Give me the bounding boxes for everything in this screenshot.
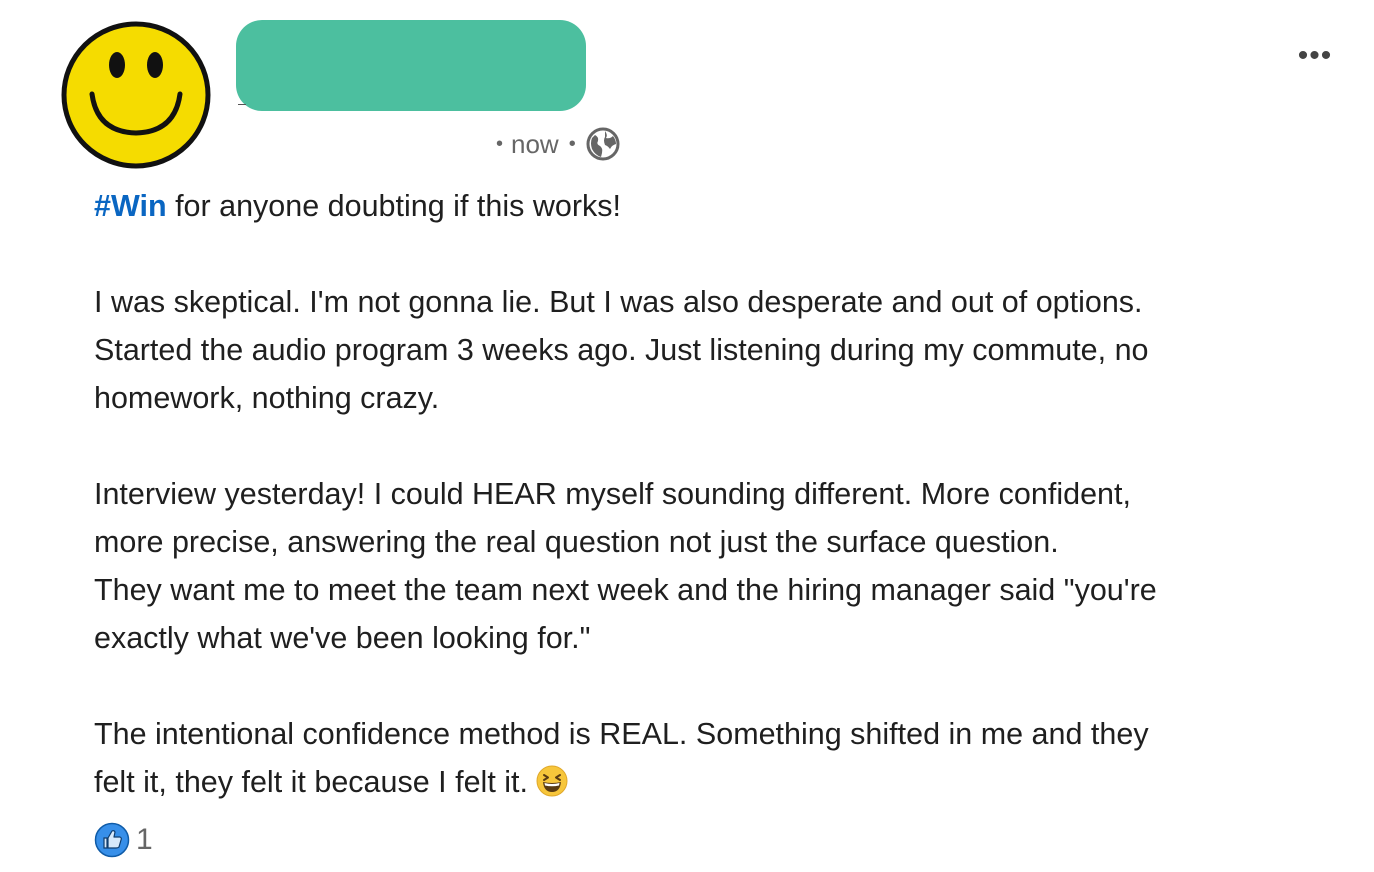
author-name-underline (238, 104, 246, 105)
post-text: Started the audio program 3 weeks ago. J… (94, 333, 1149, 367)
post-timestamp[interactable]: now (511, 129, 559, 160)
post-text: I was skeptical. I'm not gonna lie. But … (94, 285, 1143, 319)
reaction-count[interactable]: 1 (136, 823, 153, 857)
post-text: The intentional confidence method is REA… (94, 717, 1149, 751)
meta-separator: • (568, 132, 576, 155)
post-text: for anyone doubting if this works! (166, 189, 621, 223)
post-text: exactly what we've been looking for." (94, 621, 591, 655)
post-paragraph: Interview yesterday! I could HEAR myself… (94, 470, 1344, 662)
post-card: • now • ••• #Win for anyone doubting if … (0, 0, 1374, 872)
hashtag-link[interactable]: #Win (94, 189, 167, 223)
post-line-1: #Win for anyone doubting if this works! (94, 182, 1344, 230)
post-text: homework, nothing crazy. (94, 381, 440, 415)
grinning-squinting-face-emoji-icon (536, 765, 568, 797)
post-paragraph: I was skeptical. I'm not gonna lie. But … (94, 278, 1344, 422)
reactions-summary[interactable]: 1 (94, 820, 153, 860)
smiley-avatar[interactable] (60, 20, 214, 170)
meta-separator: • (496, 132, 504, 155)
post-text: They want me to meet the team next week … (94, 573, 1157, 607)
post-meta: • now • (496, 124, 620, 164)
post-body: #Win for anyone doubting if this works! … (94, 182, 1344, 806)
author-name-redaction[interactable] (236, 20, 586, 111)
post-text: Interview yesterday! I could HEAR myself… (94, 477, 1131, 511)
post-text: felt it, they felt it because I felt it. (94, 765, 528, 799)
globe-icon (586, 127, 620, 161)
more-options-button[interactable]: ••• (1290, 36, 1340, 76)
like-icon (94, 822, 130, 858)
post-text: more precise, answering the real questio… (94, 525, 1059, 559)
post-paragraph: The intentional confidence method is REA… (94, 710, 1344, 806)
